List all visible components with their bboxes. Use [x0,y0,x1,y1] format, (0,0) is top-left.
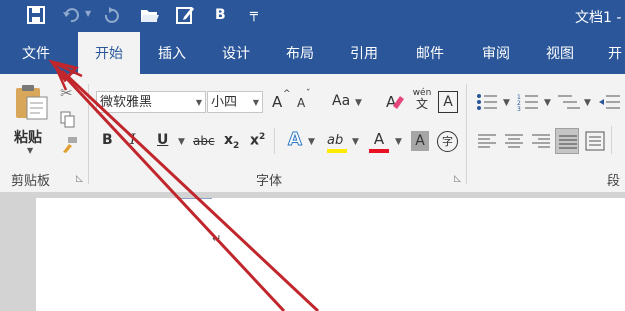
paste-label[interactable]: 粘贴 [14,127,42,147]
font-name-combo[interactable]: 微软雅黑 ▼ [96,91,206,113]
grow-font-button[interactable]: A [272,93,282,111]
tab-insert[interactable]: 插入 [148,32,196,74]
cut-icon[interactable]: ✂ [60,84,73,102]
format-painter-icon[interactable] [60,136,78,154]
grow-font-caret-icon: ^ [283,89,291,99]
font-color-bar [369,149,389,153]
chevron-down-icon[interactable]: ▼ [196,92,202,114]
font-launcher-icon[interactable]: ◺ [454,174,461,184]
bold-qat-button[interactable]: B [215,7,226,23]
document-page[interactable]: ↵ [36,198,625,311]
undo-dropdown-icon[interactable]: ▼ [85,9,91,18]
highlight-button[interactable]: ab [327,129,349,153]
subscript-base: x [224,132,234,148]
tab-file[interactable]: 文件 [8,32,64,74]
chevron-down-icon[interactable]: ▼ [584,98,591,108]
clipboard-icon[interactable] [12,83,50,121]
chevron-down-icon[interactable]: ▼ [308,137,315,147]
superscript-mark: 2 [259,132,266,142]
chevron-down-icon[interactable]: ▼ [544,98,551,108]
tab-review[interactable]: 审阅 [472,32,520,74]
divider [274,128,275,154]
shrink-font-caret-icon: ˇ [306,89,311,99]
paragraph-return-mark: ↵ [212,232,222,245]
phonetic-guide-button[interactable]: wén 文 [411,88,433,110]
italic-button[interactable]: I [130,132,136,148]
bullets-icon[interactable] [476,93,498,111]
shrink-font-button[interactable]: A [297,96,305,110]
font-size-combo[interactable]: 小四 ▼ [207,91,263,113]
font-size-value: 小四 [211,95,238,110]
margin-marker [178,198,212,199]
ribbon-home: 粘贴 ▼ ✂ 剪贴板 ◺ 微软雅黑 ▼ 小四 ▼ A ^ A ˇ Aa ▼ A … [0,74,625,193]
character-border-button[interactable]: A [438,91,458,113]
document-title: 文档1 - [575,10,622,26]
edit-icon[interactable] [176,5,195,24]
group-separator [88,84,89,184]
decrease-indent-icon[interactable] [598,93,620,111]
clipboard-launcher-icon[interactable]: ◺ [76,174,83,184]
justify-icon [559,135,577,149]
tab-design[interactable]: 设计 [212,32,260,74]
chevron-down-icon[interactable]: ▼ [352,137,359,147]
paste-dropdown-icon[interactable]: ▼ [27,146,33,155]
tab-more[interactable]: 开 [600,32,625,74]
font-group-label: 字体 [256,174,283,189]
align-center-icon[interactable] [505,133,523,149]
character-shading-button[interactable]: A [411,131,429,151]
tab-layout[interactable]: 布局 [276,32,324,74]
superscript-base: x [250,132,260,149]
multilevel-list-icon[interactable] [558,93,580,111]
divider [611,126,612,154]
subscript-button[interactable]: x2 [224,132,239,151]
clipboard-group-label: 剪贴板 [11,174,51,189]
highlight-color-bar [327,149,347,153]
subscript-mark: 2 [233,140,240,151]
redo-icon[interactable] [103,6,119,24]
tab-view[interactable]: 视图 [536,32,584,74]
save-icon[interactable] [27,6,45,24]
distributed-icon[interactable] [585,131,605,151]
tab-home[interactable]: 开始 [78,32,140,74]
align-left-icon[interactable] [478,133,496,149]
chevron-down-icon[interactable]: ▼ [395,137,402,147]
tab-mailings[interactable]: 邮件 [406,32,454,74]
ribbon-tabs: 文件 开始 插入 设计 布局 引用 邮件 审阅 视图 开 [0,32,625,74]
strikethrough-button[interactable]: abc [193,134,215,148]
font-color-button[interactable]: A [369,129,389,153]
justify-button[interactable] [555,128,579,154]
highlight-text: ab [327,133,344,148]
svg-text:A: A [386,93,397,111]
enclose-characters-button[interactable]: 字 [437,131,458,152]
quick-access-toolbar: ▼ B ╤ 文档1 - [0,0,625,32]
undo-icon[interactable] [62,7,80,23]
text-effects-button[interactable]: A [288,129,303,151]
chevron-down-icon[interactable]: ▼ [178,137,185,147]
chevron-down-icon[interactable]: ▼ [503,98,510,108]
group-separator [466,84,467,184]
bold-button[interactable]: B [102,132,113,148]
font-name-value: 微软雅黑 [100,95,153,110]
font-color-text: A [373,130,385,148]
clear-formatting-icon[interactable]: A [385,91,405,111]
tab-references[interactable]: 引用 [340,32,388,74]
chevron-down-icon[interactable]: ▼ [253,92,259,114]
align-right-icon[interactable] [532,133,550,149]
open-folder-icon[interactable] [140,7,160,23]
svg-text:3: 3 [517,106,521,111]
phonetic-bottom-text: 文 [415,97,428,111]
change-case-button[interactable]: Aa [332,93,350,109]
chevron-down-icon[interactable]: ▼ [355,98,362,108]
numbering-icon[interactable]: 123 [517,93,539,111]
superscript-button[interactable]: x2 [250,132,265,149]
copy-icon[interactable] [60,111,76,129]
paragraph-group-label: 段 [607,174,621,189]
customize-qat-icon[interactable]: ╤ [250,7,258,22]
underline-button[interactable]: U [157,132,168,148]
